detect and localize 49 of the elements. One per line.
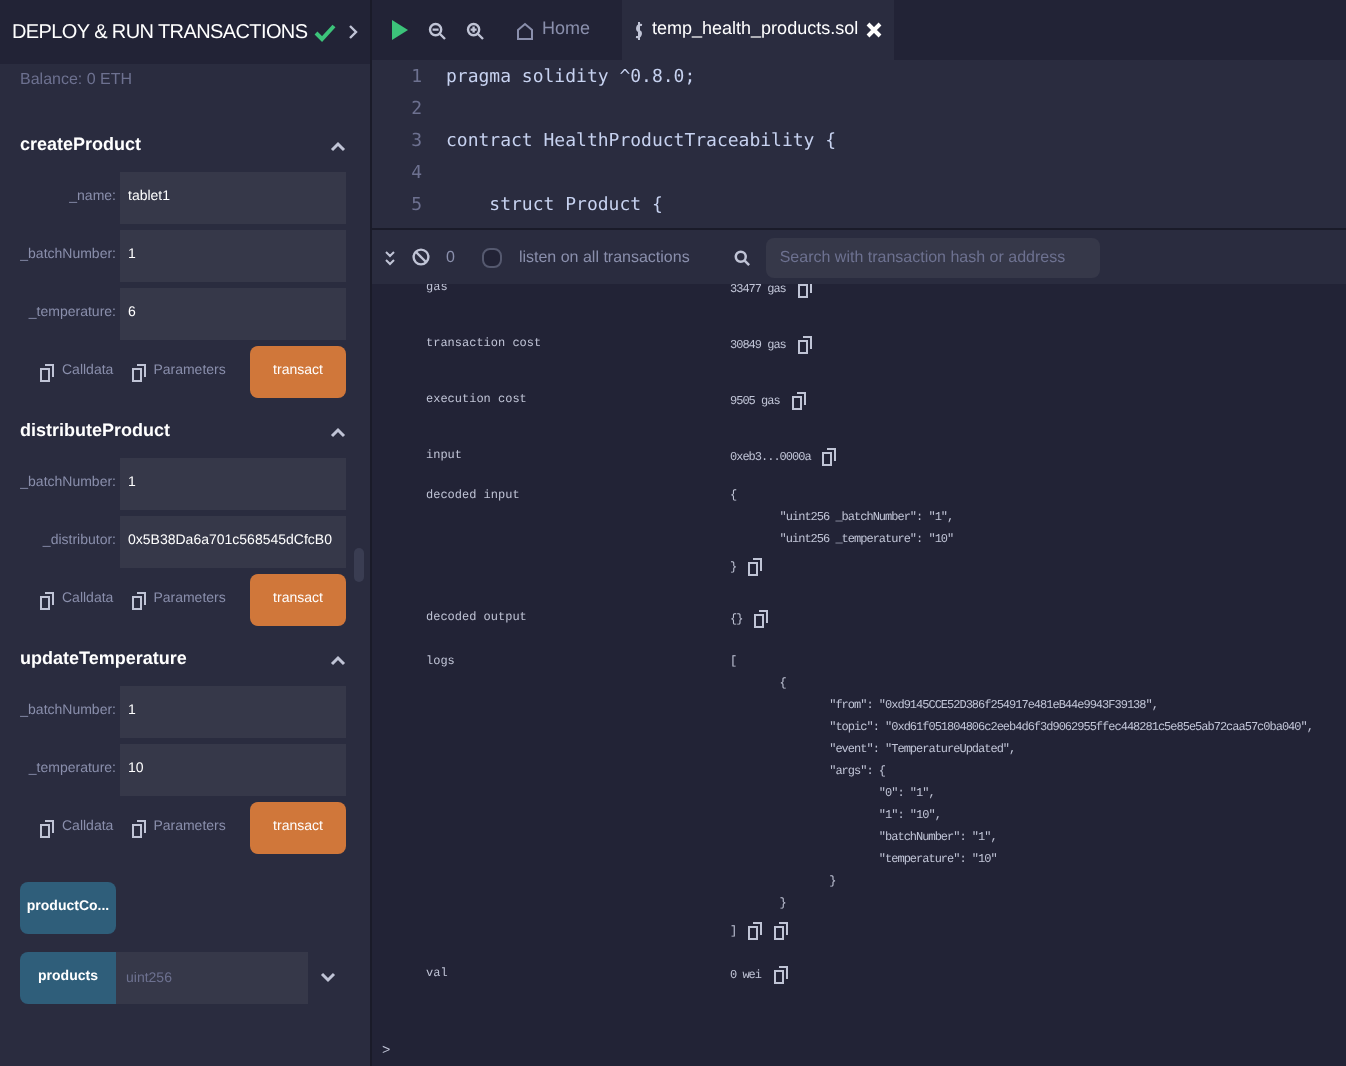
function-name: distributeProduct bbox=[20, 418, 171, 445]
code-line: contract HealthProductTraceability { bbox=[446, 130, 837, 157]
file-icon bbox=[634, 21, 645, 39]
close-icon[interactable] bbox=[866, 22, 883, 38]
copy-icon[interactable] bbox=[40, 591, 54, 609]
home-icon bbox=[516, 21, 534, 39]
line-number: 1 bbox=[409, 66, 424, 93]
function-name: createProduct bbox=[20, 132, 142, 159]
panel-title: DEPLOY & RUN TRANSACTIONS bbox=[12, 19, 308, 47]
copy-icon[interactable] bbox=[774, 922, 789, 940]
listen-label: listen on all transactions bbox=[518, 245, 690, 269]
balance-text: Balance: 0 ETH bbox=[20, 68, 135, 92]
editor-tab[interactable]: Home bbox=[504, 0, 603, 60]
collapse-caret-icon[interactable] bbox=[330, 426, 346, 438]
double-chevron-icon[interactable] bbox=[384, 249, 396, 265]
chevron-right-icon[interactable] bbox=[348, 24, 358, 40]
search-icon bbox=[733, 249, 750, 265]
clear-icon[interactable] bbox=[412, 248, 430, 266]
copy-icon[interactable] bbox=[797, 284, 812, 297]
function-name: updateTemperature bbox=[20, 646, 187, 673]
line-number: 3 bbox=[409, 130, 424, 157]
collapse-caret-icon[interactable] bbox=[330, 140, 346, 152]
copy-icon[interactable] bbox=[40, 363, 54, 381]
copy-icon[interactable] bbox=[754, 609, 769, 627]
copy-icon[interactable] bbox=[131, 363, 146, 381]
copy-icon[interactable] bbox=[131, 591, 146, 609]
copy-icon[interactable] bbox=[748, 558, 763, 576]
line-number: 4 bbox=[409, 162, 424, 189]
collapse-caret-icon[interactable] bbox=[330, 654, 346, 666]
copy-icon[interactable] bbox=[797, 335, 812, 353]
line-number: 5 bbox=[409, 194, 424, 221]
play-icon[interactable] bbox=[392, 20, 408, 40]
copy-icon[interactable] bbox=[131, 819, 146, 837]
line-number: 2 bbox=[409, 98, 424, 125]
copy-icon[interactable] bbox=[748, 922, 763, 940]
zoom-in-icon[interactable] bbox=[466, 21, 484, 39]
check-icon bbox=[313, 23, 336, 41]
expand-caret-icon[interactable] bbox=[319, 972, 335, 984]
copy-icon[interactable] bbox=[773, 965, 788, 983]
copy-icon[interactable] bbox=[40, 819, 54, 837]
pending-count: 0 bbox=[446, 245, 455, 269]
editor-tab[interactable]: temp_health_products.sol bbox=[622, 0, 895, 60]
copy-icon[interactable] bbox=[822, 447, 837, 465]
code-line: struct Product { bbox=[487, 194, 663, 221]
listen-checkbox[interactable] bbox=[482, 247, 503, 267]
search-field[interactable]: Search with transaction hash or address bbox=[765, 237, 1100, 277]
code-line: pragma solidity ^0.8.0; bbox=[446, 66, 696, 93]
copy-icon[interactable] bbox=[791, 391, 806, 409]
zoom-out-icon[interactable] bbox=[428, 21, 446, 39]
